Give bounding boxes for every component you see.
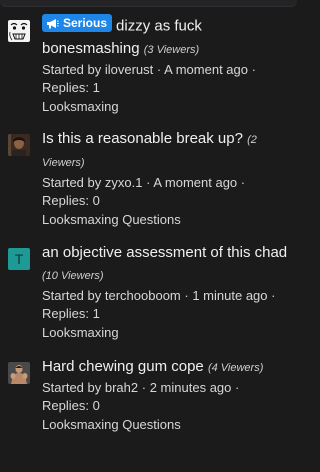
thread-title-text[interactable]: Is this a reasonable break up? [42, 130, 243, 147]
avatar-letter: T [14, 251, 24, 267]
thread-time[interactable]: 1 minute ago [192, 288, 267, 303]
forum-link[interactable]: Looksmaxing [42, 323, 289, 343]
viewer-count: (10 Viewers) [42, 270, 104, 282]
separator: · [240, 175, 246, 190]
thread-list-panel: Serious dizzy as fuck bonesmashing (3 Vi… [0, 0, 297, 472]
thread-meta: Started by brah2 · 2 minutes ago · Repli… [42, 379, 289, 415]
thread-item[interactable]: Is this a reasonable break up? (2 Viewer… [0, 128, 297, 230]
thread-title[interactable]: an objective assessment of this chad (10… [42, 242, 289, 287]
thread-time[interactable]: A moment ago [164, 62, 248, 77]
forum-link[interactable]: Looksmaxing [42, 97, 289, 117]
photo-avatar-icon [8, 134, 30, 156]
thread-item[interactable]: Serious dizzy as fuck bonesmashing (3 Vi… [0, 14, 297, 117]
avatar[interactable] [8, 20, 30, 42]
separator: · [141, 380, 147, 395]
starter-link[interactable]: Started by iloverust [42, 62, 153, 77]
thread-meta: Started by iloverust · A moment ago · Re… [42, 61, 289, 97]
thread-content: an objective assessment of this chad (10… [42, 242, 289, 343]
muscle-photo-avatar-icon [8, 362, 30, 384]
avatar[interactable]: T [8, 248, 30, 270]
thread-item[interactable]: Hard chewing gum cope (4 Viewers) Starte… [0, 356, 297, 435]
thread-title[interactable]: Hard chewing gum cope (4 Viewers) [42, 356, 289, 379]
thread-title-text[interactable]: Hard chewing gum cope [42, 358, 204, 375]
serious-badge: Serious [42, 14, 113, 32]
avatar[interactable] [8, 134, 30, 156]
meme-face-avatar-icon [8, 20, 30, 42]
panel-top-edge [0, 0, 297, 7]
separator: · [235, 380, 240, 395]
thread-content: Hard chewing gum cope (4 Viewers) Starte… [42, 356, 289, 435]
separator: · [156, 61, 162, 77]
separator: · [271, 288, 276, 303]
reply-count: Replies: 0 [42, 398, 100, 413]
thread-meta: Started by zyxo.1 · A moment ago · Repli… [42, 174, 289, 210]
separator: · [146, 175, 151, 190]
thread-title[interactable]: Serious dizzy as fuck bonesmashing (3 Vi… [42, 14, 289, 61]
thread-content: Is this a reasonable break up? (2 Viewer… [42, 128, 289, 230]
starter-link[interactable]: Started by terchooboom [42, 288, 181, 303]
starter-link[interactable]: Started by zyxo.1 [42, 175, 142, 190]
starter-link[interactable]: Started by brah2 [42, 380, 138, 395]
forum-link[interactable]: Looksmaxing Questions [42, 210, 289, 230]
thread-meta: Started by terchooboom · 1 minute ago · … [42, 287, 289, 323]
viewer-count: (4 Viewers) [207, 362, 264, 374]
badge-label: Serious [63, 16, 108, 30]
reply-count: Replies: 1 [42, 79, 100, 95]
thread-title[interactable]: Is this a reasonable break up? (2 Viewer… [42, 128, 289, 174]
thread-title-text[interactable]: an objective assessment of this chad [42, 244, 287, 261]
thread-time[interactable]: 2 minutes ago [150, 380, 232, 395]
megaphone-icon [47, 18, 59, 28]
thread-time[interactable]: A moment ago [153, 175, 237, 190]
separator: · [184, 288, 189, 303]
reply-count: Replies: 1 [42, 306, 100, 321]
forum-link[interactable]: Looksmaxing Questions [42, 415, 289, 435]
avatar[interactable] [8, 362, 30, 384]
separator: · [251, 61, 256, 77]
thread-content: Serious dizzy as fuck bonesmashing (3 Vi… [42, 14, 289, 117]
reply-count: Replies: 0 [42, 193, 100, 208]
thread-item[interactable]: T an objective assessment of this chad (… [0, 242, 297, 343]
viewer-count: (3 Viewers) [143, 43, 200, 56]
